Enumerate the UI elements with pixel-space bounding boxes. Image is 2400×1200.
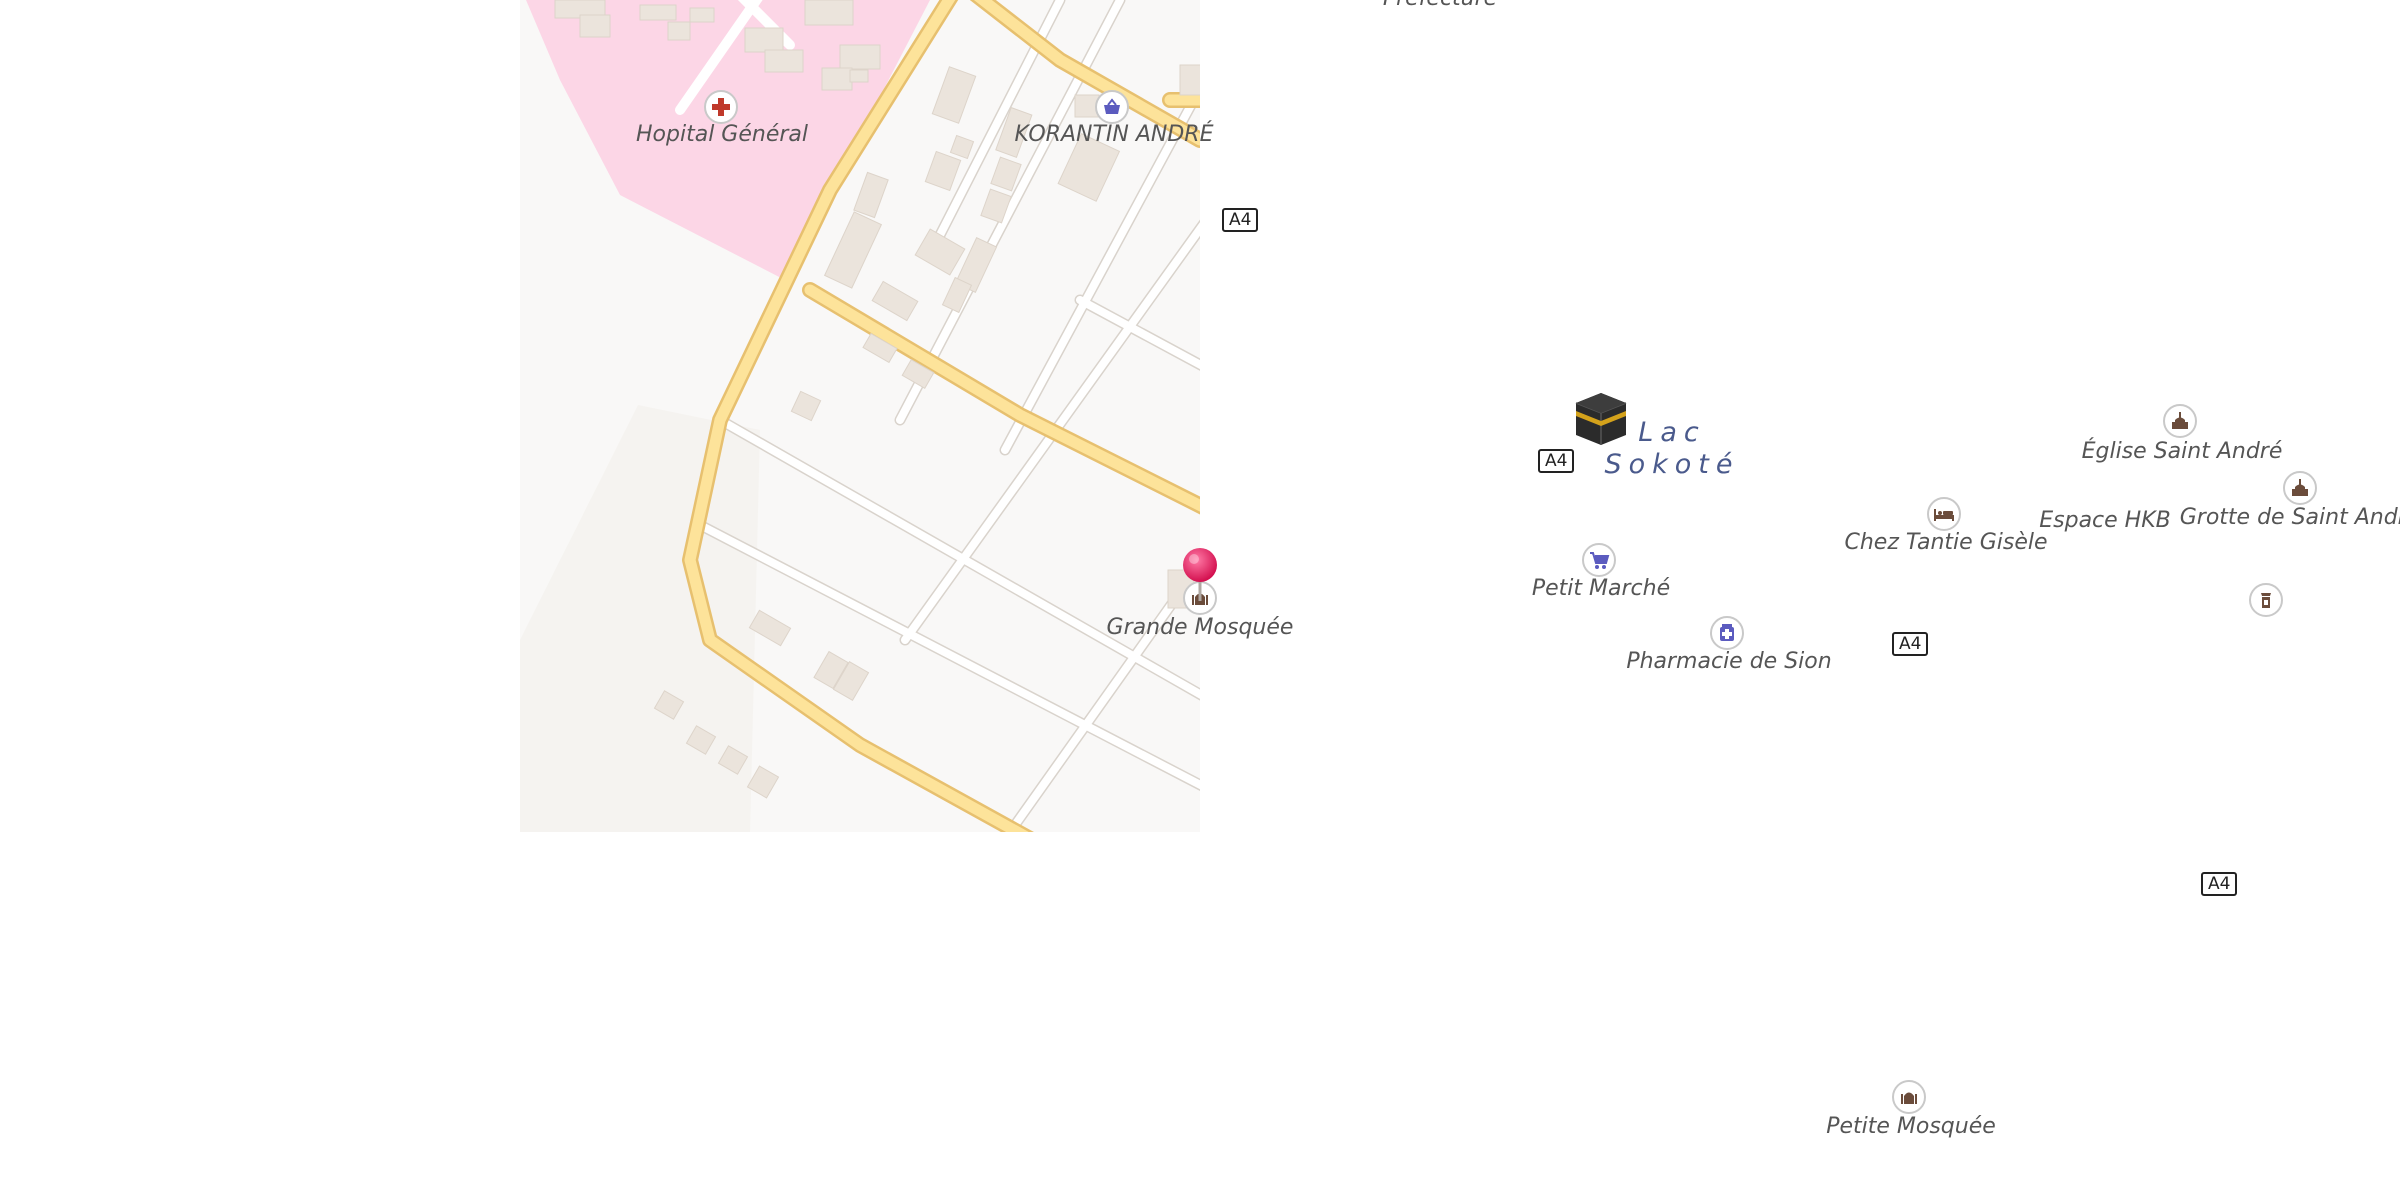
pharmacy-icon[interactable] [1710, 616, 1744, 650]
chez-tantie-label[interactable]: Chez Tantie Gisèle [1844, 532, 2047, 554]
eglise-label[interactable]: Église Saint André [2082, 441, 2283, 463]
grande-mosquee-label[interactable]: Grande Mosquée [1107, 617, 1294, 639]
prefecture-label[interactable]: Préfecture [1383, 0, 1497, 10]
kaaba-icon[interactable] [1572, 391, 1630, 451]
korantin-label[interactable]: KORANTIN ANDRÉ [1015, 124, 1214, 146]
road-shield-a4: A4 [1538, 449, 1575, 473]
petite-mosquee-label[interactable]: Petite Mosquée [1826, 1116, 1996, 1138]
lake-label-line2: Sokoté [1604, 449, 1740, 480]
pharmacie-label[interactable]: Pharmacie de Sion [1626, 651, 1831, 673]
mosque-icon[interactable] [1892, 1080, 1926, 1114]
petit-marche-label[interactable]: Petit Marché [1532, 578, 1670, 600]
bed-icon[interactable] [1927, 497, 1961, 531]
espace-hkb-label[interactable]: Espace HKB [2039, 510, 2171, 532]
hospital-label[interactable]: Hopital Général [636, 124, 808, 146]
shrine-icon[interactable] [2249, 583, 2283, 617]
grotte-label[interactable]: Grotte de Saint André [2180, 507, 2400, 529]
road-shield-a4: A4 [1892, 632, 1929, 656]
location-pin-icon[interactable] [1180, 547, 1220, 607]
church-icon[interactable] [2283, 471, 2317, 505]
hospital-cross-icon[interactable] [704, 90, 738, 124]
church-icon[interactable] [2163, 404, 2197, 438]
shopping-basket-icon[interactable] [1095, 90, 1129, 124]
shopping-cart-icon[interactable] [1582, 543, 1616, 577]
road-shield-a4: A4 [2201, 872, 2238, 896]
road-shield-a4: A4 [1222, 208, 1259, 232]
